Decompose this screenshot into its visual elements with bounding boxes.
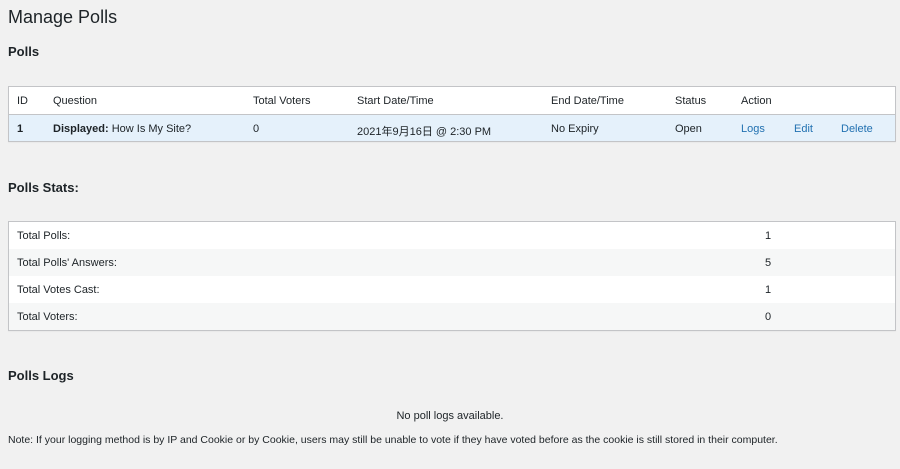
- stat-label: Total Voters:: [17, 311, 78, 323]
- stat-value: 1: [765, 230, 772, 242]
- poll-question: Displayed: How Is My Site?: [53, 123, 191, 135]
- question-text: How Is My Site?: [111, 123, 192, 135]
- col-total-voters: Total Voters: [253, 95, 311, 107]
- logs-heading: Polls Logs: [8, 368, 74, 383]
- stat-label: Total Polls:: [17, 230, 71, 242]
- polls-table-header: ID Question Total Voters Start Date/Time…: [9, 87, 895, 115]
- polls-heading: Polls: [8, 44, 40, 59]
- poll-end: No Expiry: [551, 123, 599, 135]
- poll-start: 2021年9月16日 @ 2:30 PM: [357, 126, 492, 138]
- stats-row: Total Polls: 1: [9, 222, 895, 249]
- col-action: Action: [741, 95, 772, 107]
- col-id: ID: [17, 95, 28, 107]
- poll-total-voters: 0: [253, 123, 260, 135]
- empty-logs-message: No poll logs available.: [396, 410, 504, 422]
- page-title: Manage Polls: [8, 7, 118, 27]
- stats-heading: Polls Stats:: [8, 180, 79, 195]
- stat-label: Total Polls' Answers:: [17, 257, 117, 269]
- col-question: Question: [53, 95, 98, 107]
- stat-value: 1: [765, 284, 772, 296]
- poll-status: Open: [675, 123, 702, 135]
- logging-note: Note: If your logging method is by IP an…: [8, 434, 778, 446]
- stats-row: Total Votes Cast: 1: [9, 276, 895, 303]
- delete-link[interactable]: Delete: [841, 123, 873, 135]
- edit-link[interactable]: Edit: [794, 123, 813, 135]
- stats-row: Total Voters: 0: [9, 303, 895, 330]
- col-status: Status: [675, 95, 707, 107]
- question-prefix: Displayed:: [53, 123, 109, 135]
- poll-id: 1: [17, 123, 24, 135]
- stat-value: 5: [765, 257, 772, 269]
- col-start: Start Date/Time: [357, 95, 434, 107]
- logs-link[interactable]: Logs: [741, 123, 765, 135]
- polls-table: ID Question Total Voters Start Date/Time…: [8, 86, 896, 142]
- stat-label: Total Votes Cast:: [17, 284, 100, 296]
- stats-table: Total Polls: 1 Total Polls' Answers: 5 T…: [8, 221, 896, 331]
- col-end: End Date/Time: [551, 95, 624, 107]
- stats-row: Total Polls' Answers: 5: [9, 249, 895, 276]
- stat-value: 0: [765, 311, 772, 323]
- table-row: 1 Displayed: How Is My Site? 0 2021年9月16…: [9, 115, 895, 141]
